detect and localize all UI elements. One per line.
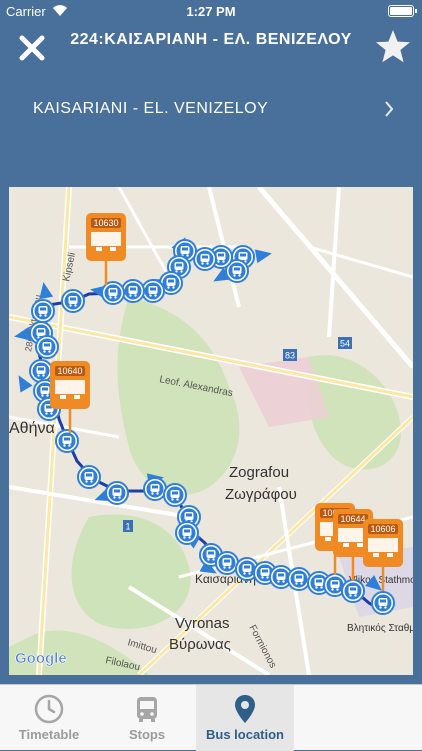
route-selector[interactable]: KAISARIANI - EL. VENIZELOY <box>0 92 422 130</box>
clock-icon <box>34 694 64 724</box>
chevron-right-icon <box>385 101 394 117</box>
google-logo: Google <box>15 650 67 667</box>
area-vyronas-latin: Vyronas <box>175 615 229 632</box>
tab-timetable-label: Timetable <box>18 727 80 742</box>
page-title: 224:ΚΑΙΣΑΡΙΑΝΗ - ΕΛ. ΒΕΝΙΖΕΛΟΥ <box>70 31 352 48</box>
road-54-label: 54 <box>340 339 350 349</box>
tab-bus-location[interactable]: Bus location <box>196 685 294 751</box>
svg-text:10644: 10644 <box>340 514 365 524</box>
route-map[interactable]: 83 54 1 Leof. Alexandras Kipseli 28is Ok… <box>9 187 413 675</box>
status-bar: Carrier 1:27 PM <box>0 0 422 22</box>
area-vyronas-greek: Βύρωνας <box>169 636 231 653</box>
nav-bar: 224:ΚΑΙΣΑΡΙΑΝΗ - ΕΛ. ΒΕΝΙΖΕΛΟΥ <box>0 22 422 74</box>
status-time: 1:27 PM <box>186 4 236 19</box>
tab-bus-location-label: Bus location <box>205 727 284 742</box>
battery-icon <box>388 5 417 17</box>
tab-bar: Timetable Stops Bus location <box>0 684 422 751</box>
bus-icon <box>137 697 157 722</box>
road-1-label: 1 <box>125 522 130 532</box>
area-athina-greek: Αθήνα <box>9 420 55 437</box>
tab-timetable[interactable]: Timetable <box>0 685 98 751</box>
svg-text:10630: 10630 <box>93 218 118 228</box>
tab-stops[interactable]: Stops <box>98 685 196 751</box>
area-zografou-greek: Ζωγράφου <box>225 486 297 503</box>
svg-text:10640: 10640 <box>57 366 82 376</box>
close-icon[interactable] <box>14 30 50 66</box>
route-name: KAISARIANI - EL. VENIZELOY <box>33 100 269 117</box>
map-canvas[interactable]: 83 54 1 Leof. Alexandras Kipseli 28is Ok… <box>9 187 413 675</box>
area-stathmos-greek: Βλητικός Σταθμός <box>347 622 413 634</box>
tab-stops-label: Stops <box>128 727 166 742</box>
svg-text:10606: 10606 <box>370 524 395 534</box>
star-icon[interactable] <box>374 28 412 66</box>
map-pin-icon <box>235 695 255 723</box>
road-83-label: 83 <box>285 351 295 361</box>
area-zografou-latin: Zografou <box>229 464 289 481</box>
